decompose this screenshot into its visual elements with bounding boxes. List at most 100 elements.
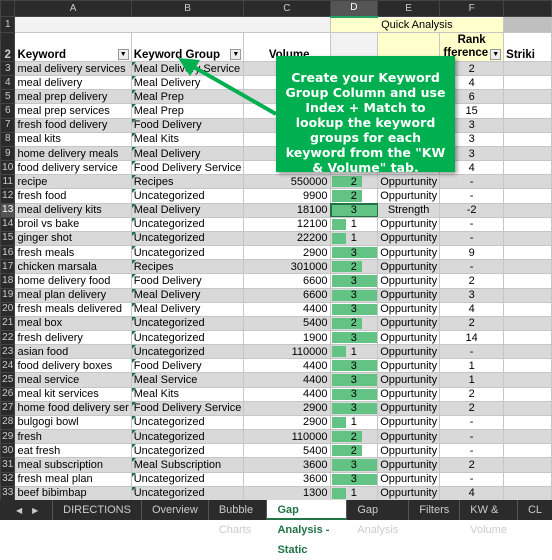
- keyword-group-cell[interactable]: Meal Delivery: [130, 301, 245, 317]
- row-header[interactable]: 18: [0, 273, 16, 289]
- score-cell[interactable]: 3: [329, 400, 379, 416]
- type-cell[interactable]: Oppurtunity: [377, 358, 441, 374]
- cell[interactable]: [503, 471, 552, 487]
- type-cell[interactable]: Oppurtunity: [377, 216, 441, 232]
- rank-difference-cell[interactable]: 1: [439, 358, 505, 374]
- type-cell[interactable]: Oppurtunity: [377, 259, 441, 275]
- row-header[interactable]: 14: [0, 216, 16, 232]
- volume-cell[interactable]: 301000: [243, 259, 331, 275]
- row-header[interactable]: 20: [0, 301, 16, 317]
- keyword-group-cell[interactable]: Uncategorized: [130, 329, 245, 346]
- keyword-cell[interactable]: meal subscription: [14, 457, 132, 473]
- keyword-cell[interactable]: chicken marsala: [14, 259, 132, 275]
- keyword-cell[interactable]: meal kit services: [14, 386, 132, 402]
- score-cell[interactable]: 2: [329, 429, 379, 445]
- cell[interactable]: [503, 230, 552, 247]
- volume-cell[interactable]: 2900: [243, 400, 331, 416]
- row-header[interactable]: 26: [0, 386, 16, 402]
- volume-cell[interactable]: 1900: [243, 329, 331, 346]
- volume-cell[interactable]: 4400: [243, 386, 331, 402]
- keyword-cell[interactable]: ginger shot: [14, 230, 132, 247]
- rank-difference-cell[interactable]: 2: [439, 386, 505, 402]
- rank-difference-cell[interactable]: -: [439, 216, 505, 232]
- score-cell[interactable]: 3: [329, 287, 379, 303]
- keyword-cell[interactable]: broil vs bake: [14, 216, 132, 232]
- volume-cell[interactable]: 5400: [243, 315, 331, 331]
- keyword-cell[interactable]: meal delivery kits: [14, 202, 132, 218]
- keyword-cell[interactable]: home food delivery ser: [14, 400, 132, 416]
- keyword-group-cell[interactable]: Uncategorized: [130, 471, 245, 487]
- keyword-cell[interactable]: fresh meal plan: [14, 471, 132, 487]
- row-header[interactable]: 31: [0, 457, 16, 473]
- score-cell[interactable]: 1: [329, 230, 379, 247]
- cell[interactable]: [503, 273, 552, 289]
- score-cell[interactable]: 3: [329, 202, 379, 218]
- score-cell[interactable]: 2: [329, 259, 379, 275]
- volume-cell[interactable]: 6600: [243, 287, 331, 303]
- keyword-cell[interactable]: asian food: [14, 344, 132, 360]
- keyword-group-cell[interactable]: Recipes: [130, 259, 245, 275]
- volume-cell[interactable]: 110000: [243, 344, 331, 360]
- rank-difference-cell[interactable]: 3: [439, 287, 505, 303]
- sheet-tab[interactable]: Gap Analysis: [346, 500, 408, 536]
- rank-difference-cell[interactable]: 2: [439, 273, 505, 289]
- score-cell[interactable]: 3: [329, 471, 379, 487]
- score-cell[interactable]: 1: [329, 485, 379, 501]
- rank-difference-cell[interactable]: 4: [439, 301, 505, 317]
- sheet-tab[interactable]: KW & Volume: [459, 500, 517, 536]
- score-cell[interactable]: 1: [329, 344, 379, 360]
- keyword-cell[interactable]: meal box: [14, 315, 132, 331]
- cell[interactable]: [503, 457, 552, 473]
- score-cell[interactable]: 1: [329, 414, 379, 431]
- row-header[interactable]: 32: [0, 471, 16, 487]
- keyword-cell[interactable]: fresh meals delivered: [14, 301, 132, 317]
- cell[interactable]: [503, 414, 552, 431]
- volume-cell[interactable]: 4400: [243, 358, 331, 374]
- score-cell[interactable]: 1: [329, 216, 379, 232]
- type-cell[interactable]: Oppurtunity: [377, 287, 441, 303]
- type-cell[interactable]: Oppurtunity: [377, 471, 441, 487]
- type-cell[interactable]: Oppurtunity: [377, 315, 441, 331]
- keyword-group-cell[interactable]: Meal Kits: [130, 386, 245, 402]
- cell[interactable]: [503, 429, 552, 445]
- score-cell[interactable]: 3: [329, 358, 379, 374]
- keyword-cell[interactable]: fresh delivery: [14, 329, 132, 346]
- rank-difference-cell[interactable]: 2: [439, 315, 505, 331]
- sheet-tab[interactable]: Overview: [140, 500, 208, 520]
- sheet-tab[interactable]: CL: [516, 500, 552, 520]
- type-cell[interactable]: Oppurtunity: [377, 443, 441, 459]
- row-header[interactable]: 19: [0, 287, 16, 303]
- keyword-group-cell[interactable]: Meal Delivery: [130, 202, 245, 218]
- volume-cell[interactable]: 1300: [243, 485, 331, 501]
- cell[interactable]: [503, 245, 552, 261]
- type-cell[interactable]: Oppurtunity: [377, 329, 441, 346]
- keyword-group-cell[interactable]: Meal Subscription: [130, 457, 245, 473]
- type-cell[interactable]: Oppurtunity: [377, 414, 441, 431]
- volume-cell[interactable]: 22200: [243, 230, 331, 247]
- cell[interactable]: [503, 202, 552, 218]
- volume-cell[interactable]: 2900: [243, 245, 331, 261]
- rank-difference-cell[interactable]: -: [439, 414, 505, 431]
- keyword-cell[interactable]: eat fresh: [14, 443, 132, 459]
- rank-difference-cell[interactable]: -: [439, 429, 505, 445]
- volume-cell[interactable]: 12100: [243, 216, 331, 232]
- rank-difference-cell[interactable]: 14: [439, 329, 505, 346]
- keyword-group-cell[interactable]: Uncategorized: [130, 443, 245, 459]
- rank-difference-cell[interactable]: -: [439, 259, 505, 275]
- row-header[interactable]: 13: [0, 202, 16, 218]
- volume-cell[interactable]: 2900: [243, 414, 331, 431]
- row-header[interactable]: 21: [0, 315, 16, 331]
- row-header[interactable]: 33: [0, 485, 16, 501]
- row-header[interactable]: 22: [0, 329, 16, 346]
- volume-cell[interactable]: 3600: [243, 471, 331, 487]
- rank-difference-cell[interactable]: 2: [439, 457, 505, 473]
- keyword-group-cell[interactable]: Food Delivery Service: [130, 400, 245, 416]
- row-header[interactable]: 23: [0, 344, 16, 360]
- score-cell[interactable]: 3: [329, 329, 379, 346]
- volume-cell[interactable]: 110000: [243, 429, 331, 445]
- row-header[interactable]: 17: [0, 259, 16, 275]
- keyword-cell[interactable]: fresh meals: [14, 245, 132, 261]
- row-header[interactable]: 30: [0, 443, 16, 459]
- keyword-group-cell[interactable]: Food Delivery: [130, 358, 245, 374]
- volume-cell[interactable]: 3600: [243, 457, 331, 473]
